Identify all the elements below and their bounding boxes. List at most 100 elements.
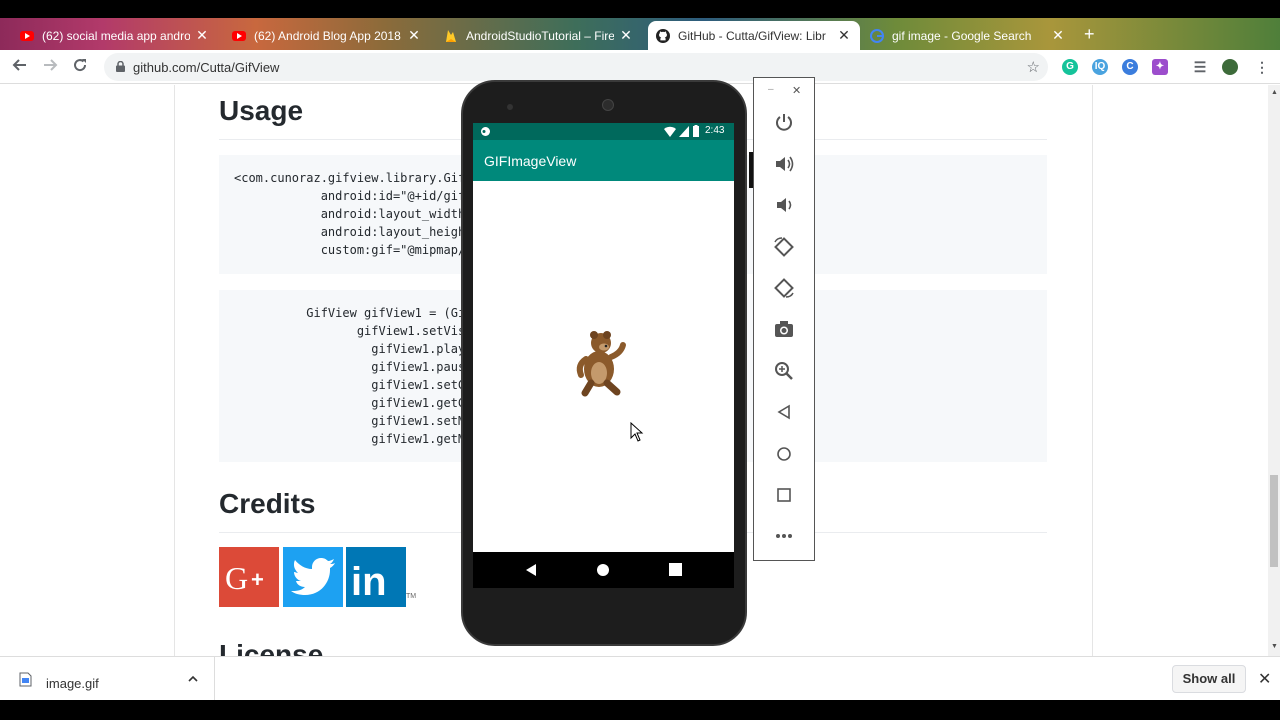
rotate-left-button[interactable] — [772, 235, 796, 259]
reload-icon — [74, 59, 87, 72]
download-file-name: image.gif — [46, 676, 99, 691]
android-nav-bar — [473, 552, 734, 588]
minimize-icon[interactable]: – — [768, 84, 774, 95]
grammarly-icon[interactable]: G — [1062, 59, 1078, 75]
tab-github-gifview[interactable]: GitHub - Cutta/GifView: Libr ✕ — [648, 21, 860, 50]
emu-back-button[interactable] — [772, 400, 796, 424]
home-icon — [777, 447, 791, 461]
code-line: gifView1.setG — [234, 378, 466, 392]
code-line: gifView1.getG — [234, 396, 466, 410]
code-line: gifView1.setVis — [234, 324, 466, 338]
menu-dots-icon[interactable]: ⋮ — [1254, 59, 1270, 75]
zoom-icon — [775, 362, 793, 380]
android-app-bar: GIFImageView — [473, 140, 734, 181]
content-border-right — [1092, 85, 1093, 656]
recents-icon[interactable] — [669, 563, 682, 576]
power-button[interactable] — [772, 110, 796, 134]
phone-sensor — [507, 104, 513, 110]
android-status-bar: 2:43 — [473, 123, 734, 140]
power-icon — [776, 114, 792, 131]
volume-up-icon — [776, 156, 794, 172]
rotate-right-button[interactable] — [772, 276, 796, 300]
download-item[interactable]: image.gif — [0, 657, 215, 701]
tab-close-icon[interactable]: ✕ — [406, 27, 422, 44]
reload-button[interactable] — [69, 57, 91, 77]
googleplus-badge[interactable]: G + — [219, 547, 279, 607]
mouse-cursor-icon — [630, 422, 644, 442]
trademark-symbol: TM — [406, 593, 417, 600]
file-icon — [19, 672, 32, 687]
tab-gif-image-google[interactable]: gif image - Google Search ✕ — [862, 21, 1074, 50]
profile-avatar[interactable] — [1222, 59, 1238, 75]
back-button[interactable] — [9, 57, 31, 77]
google-icon — [870, 28, 884, 43]
youtube-icon — [232, 29, 246, 43]
page-scrollbar[interactable]: ▲ ▼ — [1268, 85, 1280, 656]
close-icon[interactable]: ✕ — [792, 84, 801, 97]
code-line: android:layout_width — [234, 207, 466, 221]
code-line: custom:gif="@mipmap/ — [234, 243, 466, 257]
top-border — [0, 0, 1280, 18]
volume-down-button[interactable] — [772, 193, 796, 217]
home-icon[interactable] — [596, 563, 610, 577]
screen: (62) social media app androi ✕ (62) Andr… — [0, 0, 1280, 720]
bookmark-star-icon[interactable]: ☆ — [1027, 58, 1040, 76]
gif-image-view — [473, 181, 734, 552]
code-line: gifView1.paus — [234, 360, 466, 374]
tab-title: GitHub - Cutta/GifView: Libr — [678, 28, 826, 43]
rotate-right-icon — [774, 278, 794, 298]
app-title: GIFImageView — [484, 153, 577, 169]
volume-up-button[interactable] — [772, 152, 796, 176]
tab-social-media-app[interactable]: (62) social media app androi ✕ — [12, 21, 218, 50]
phone-camera — [602, 99, 614, 111]
address-bar[interactable]: github.com/Cutta/GifView ☆ — [104, 53, 1048, 81]
tab-close-icon[interactable]: ✕ — [1050, 27, 1066, 44]
zoom-button[interactable] — [772, 359, 796, 383]
screenshot-button[interactable] — [772, 317, 796, 341]
lock-icon — [116, 61, 125, 72]
scroll-up-arrow-icon[interactable]: ▲ — [1271, 89, 1278, 96]
url-text: github.com/Cutta/GifView — [133, 60, 280, 75]
extension-puzzle-icon[interactable]: ✦ — [1152, 59, 1168, 75]
new-tab-button[interactable]: + — [1084, 24, 1095, 45]
credits-heading: Credits — [219, 488, 316, 519]
linkedin-icon: in — [351, 560, 387, 604]
iq-extension-icon[interactable]: IQ — [1092, 59, 1108, 75]
show-all-button[interactable]: Show all — [1172, 665, 1246, 693]
tab-close-icon[interactable]: ✕ — [194, 27, 210, 44]
arrow-left-icon — [12, 59, 26, 71]
tab-title: (62) Android Blog App 2018 — [254, 28, 401, 43]
usage-heading: Usage — [219, 95, 304, 126]
back-icon[interactable] — [525, 563, 537, 577]
tab-close-icon[interactable]: ✕ — [618, 27, 634, 44]
svg-text:+: + — [251, 567, 264, 592]
extension-c-icon[interactable]: C — [1122, 59, 1138, 75]
download-bar: image.gif Show all ✕ — [0, 656, 1280, 701]
reading-list-icon[interactable]: ☰ — [1192, 59, 1208, 75]
tab-android-studio-tutorial[interactable]: AndroidStudioTutorial – Fire ✕ — [436, 21, 642, 50]
close-download-bar-icon[interactable]: ✕ — [1258, 669, 1271, 689]
twitter-badge[interactable] — [283, 547, 343, 607]
code-line: android:layout_heigh — [234, 225, 466, 239]
chevron-up-icon[interactable] — [188, 675, 198, 682]
twitter-bird-icon — [291, 558, 335, 595]
arrow-right-icon — [44, 59, 58, 71]
tab-android-blog-app[interactable]: (62) Android Blog App 2018 ✕ — [224, 21, 430, 50]
scrollbar-thumb[interactable] — [1270, 475, 1278, 567]
content-border-left — [174, 85, 175, 656]
tab-close-icon[interactable]: ✕ — [836, 27, 852, 44]
code-line: android:id="@+id/gif — [234, 189, 466, 203]
status-time: 2:43 — [705, 125, 725, 136]
emu-more-button[interactable] — [772, 524, 796, 548]
youtube-icon — [20, 29, 34, 43]
emu-home-button[interactable] — [772, 442, 796, 466]
emulator-control-panel: – ✕ — [753, 77, 815, 561]
emu-overview-button[interactable] — [772, 483, 796, 507]
scroll-down-arrow-icon[interactable]: ▼ — [1271, 643, 1278, 650]
code-line: <com.cunoraz.gifview.library.GifV — [234, 171, 473, 185]
tab-title: gif image - Google Search — [892, 28, 1032, 43]
github-icon — [656, 28, 670, 43]
firebase-icon — [444, 29, 458, 43]
forward-button[interactable] — [39, 57, 61, 77]
linkedin-badge[interactable]: in — [346, 547, 406, 607]
